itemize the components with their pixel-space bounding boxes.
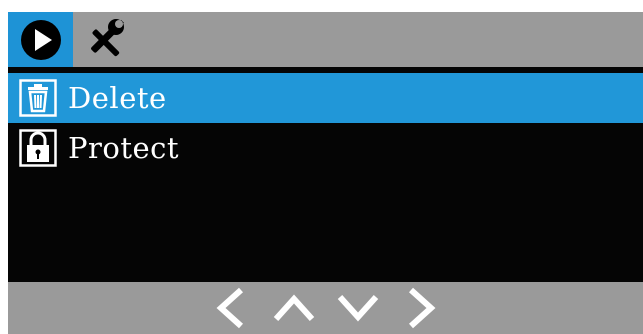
menu-item-delete[interactable]: Delete: [8, 73, 643, 123]
menu-item-protect[interactable]: Protect: [8, 123, 643, 173]
trash-icon: [18, 78, 58, 118]
camera-menu-screen: Delete Protect: [8, 12, 643, 334]
menu-tab-bar: [8, 12, 643, 67]
nav-right-button[interactable]: [392, 282, 452, 334]
nav-down-button[interactable]: [328, 282, 388, 334]
chevron-up-icon: [273, 294, 314, 322]
chevron-right-icon: [408, 287, 435, 329]
play-icon: [20, 19, 61, 60]
tab-playback[interactable]: [8, 12, 73, 67]
tools-icon: [91, 18, 124, 56]
tab-setup[interactable]: [73, 12, 133, 67]
nav-left-button[interactable]: [200, 282, 260, 334]
chevron-left-icon: [216, 287, 243, 329]
menu-item-label: Delete: [68, 81, 167, 115]
menu-item-label: Protect: [68, 131, 180, 165]
chevron-down-icon: [337, 294, 378, 322]
nav-up-button[interactable]: [264, 282, 324, 334]
lock-icon: [18, 128, 58, 168]
navigation-bar: [8, 282, 643, 334]
